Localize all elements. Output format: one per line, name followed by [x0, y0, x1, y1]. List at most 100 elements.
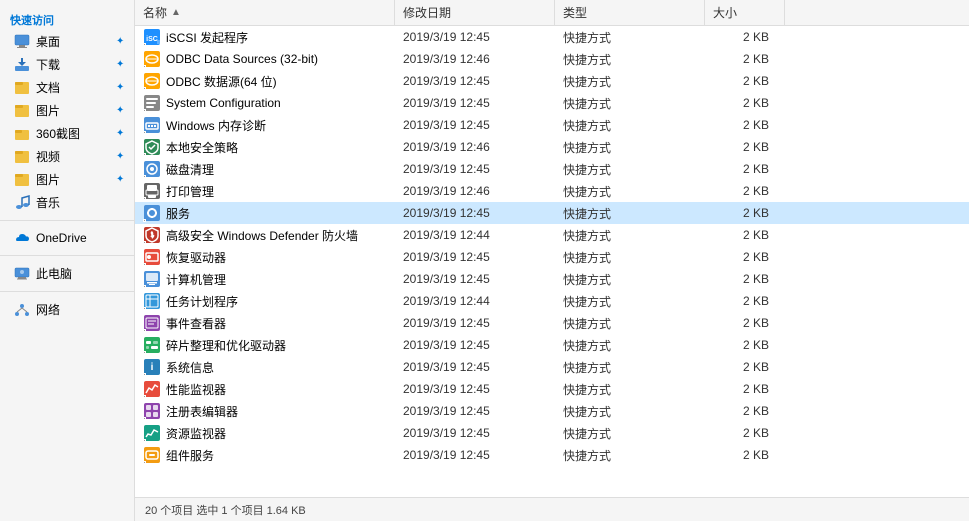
- col-header-name[interactable]: 名称 ▲: [135, 0, 395, 25]
- pictures-icon: [14, 103, 30, 119]
- table-row[interactable]: 性能监视器 2019/3/19 12:45 快捷方式 2 KB: [135, 378, 969, 400]
- sidebar-item-thispc[interactable]: 此电脑: [0, 262, 134, 285]
- sidebar-divider-3: [0, 291, 134, 292]
- table-row[interactable]: 服务 2019/3/19 12:45 快捷方式 2 KB: [135, 202, 969, 224]
- file-name-text: 打印管理: [166, 183, 214, 200]
- file-type: 快捷方式: [555, 359, 705, 376]
- sidebar-item-desktop[interactable]: 桌面 ✦: [0, 30, 134, 53]
- pin-icon-dl: ✦: [116, 59, 128, 71]
- file-type: 快捷方式: [555, 249, 705, 266]
- table-row[interactable]: 任务计划程序 2019/3/19 12:44 快捷方式 2 KB: [135, 290, 969, 312]
- file-name-cell: ODBC Data Sources (32-bit): [135, 50, 395, 68]
- table-row[interactable]: 事件查看器 2019/3/19 12:45 快捷方式 2 KB: [135, 312, 969, 334]
- file-icon: iSC: [143, 28, 161, 46]
- sidebar-item-documents[interactable]: 文档 ✦: [0, 76, 134, 99]
- file-date: 2019/3/19 12:45: [395, 272, 555, 286]
- file-name-cell: 组件服务: [135, 446, 395, 464]
- thispc-label: 此电脑: [36, 265, 128, 282]
- pictures-label: 图片: [36, 102, 116, 119]
- file-name-text: 资源监视器: [166, 425, 226, 442]
- file-name-text: Windows 内存诊断: [166, 117, 266, 134]
- table-row[interactable]: 注册表编辑器 2019/3/19 12:45 快捷方式 2 KB: [135, 400, 969, 422]
- file-name-cell: iSC iSCSI 发起程序: [135, 28, 395, 46]
- pin-icon-360: ✦: [116, 128, 128, 140]
- file-date: 2019/3/19 12:45: [395, 206, 555, 220]
- pin-icon-pic2: ✦: [116, 174, 128, 186]
- file-size: 2 KB: [705, 96, 785, 110]
- table-row[interactable]: i 系统信息 2019/3/19 12:45 快捷方式 2 KB: [135, 356, 969, 378]
- table-row[interactable]: 计算机管理 2019/3/19 12:45 快捷方式 2 KB: [135, 268, 969, 290]
- file-date: 2019/3/19 12:45: [395, 426, 555, 440]
- file-size: 2 KB: [705, 338, 785, 352]
- desktop-label: 桌面: [36, 33, 116, 50]
- sort-icon: ▲: [171, 7, 181, 18]
- file-name-cell: ODBC 数据源(64 位): [135, 72, 395, 90]
- file-date: 2019/3/19 12:46: [395, 140, 555, 154]
- file-date: 2019/3/19 12:45: [395, 74, 555, 88]
- pictures2-label: 图片: [36, 171, 116, 188]
- pin-icon-doc: ✦: [116, 82, 128, 94]
- sidebar-item-videos[interactable]: 视频 ✦: [0, 145, 134, 168]
- onedrive-label: OneDrive: [36, 231, 128, 245]
- file-icon: [143, 138, 161, 156]
- sidebar-item-360capture[interactable]: 360截图 ✦: [0, 122, 134, 145]
- file-name-cell: 打印管理: [135, 182, 395, 200]
- 360capture-icon: [14, 126, 30, 142]
- table-row[interactable]: 恢复驱动器 2019/3/19 12:45 快捷方式 2 KB: [135, 246, 969, 268]
- file-name-text: 本地安全策略: [166, 139, 238, 156]
- file-name-cell: 事件查看器: [135, 314, 395, 332]
- col-name-label: 名称: [143, 4, 167, 21]
- status-bar: 20 个项目 选中 1 个项目 1.64 KB: [135, 497, 969, 521]
- file-name-cell: 磁盘清理: [135, 160, 395, 178]
- table-row[interactable]: iSC iSCSI 发起程序 2019/3/19 12:45 快捷方式 2 KB: [135, 26, 969, 48]
- file-name-cell: 本地安全策略: [135, 138, 395, 156]
- sidebar-item-network[interactable]: 网络: [0, 298, 134, 321]
- file-size: 2 KB: [705, 162, 785, 176]
- main-content: 名称 ▲ 修改日期 类型 大小 iSC: [135, 0, 969, 521]
- table-row[interactable]: 本地安全策略 2019/3/19 12:46 快捷方式 2 KB: [135, 136, 969, 158]
- file-icon: [143, 446, 161, 464]
- col-type-label: 类型: [563, 4, 587, 21]
- file-icon: [143, 116, 161, 134]
- file-type: 快捷方式: [555, 381, 705, 398]
- table-row[interactable]: System Configuration 2019/3/19 12:45 快捷方…: [135, 92, 969, 114]
- svg-text:i: i: [151, 362, 154, 373]
- table-row[interactable]: 组件服务 2019/3/19 12:45 快捷方式 2 KB: [135, 444, 969, 466]
- file-icon: [143, 380, 161, 398]
- pin-icon-vid: ✦: [116, 151, 128, 163]
- file-date: 2019/3/19 12:45: [395, 338, 555, 352]
- file-type: 快捷方式: [555, 117, 705, 134]
- file-name-cell: Windows 内存诊断: [135, 116, 395, 134]
- col-header-size[interactable]: 大小: [705, 0, 785, 25]
- file-icon: [143, 314, 161, 332]
- file-list: iSC iSCSI 发起程序 2019/3/19 12:45 快捷方式 2 KB: [135, 26, 969, 497]
- file-name-text: 系统信息: [166, 359, 214, 376]
- file-icon: [143, 336, 161, 354]
- file-type: 快捷方式: [555, 271, 705, 288]
- file-date: 2019/3/19 12:46: [395, 52, 555, 66]
- file-icon: [143, 270, 161, 288]
- table-row[interactable]: 资源监视器 2019/3/19 12:45 快捷方式 2 KB: [135, 422, 969, 444]
- sidebar-item-pictures[interactable]: 图片 ✦: [0, 99, 134, 122]
- table-row[interactable]: Windows 内存诊断 2019/3/19 12:45 快捷方式 2 KB: [135, 114, 969, 136]
- file-name-cell: i 系统信息: [135, 358, 395, 376]
- sidebar-item-pictures2[interactable]: 图片 ✦: [0, 168, 134, 191]
- table-row[interactable]: ODBC 数据源(64 位) 2019/3/19 12:45 快捷方式 2 KB: [135, 70, 969, 92]
- file-size: 2 KB: [705, 184, 785, 198]
- file-name-text: ODBC 数据源(64 位): [166, 73, 277, 90]
- quick-access-header[interactable]: 快速访问: [0, 8, 134, 30]
- table-row[interactable]: 打印管理 2019/3/19 12:46 快捷方式 2 KB: [135, 180, 969, 202]
- file-icon: [143, 72, 161, 90]
- col-header-type[interactable]: 类型: [555, 0, 705, 25]
- table-row[interactable]: 高级安全 Windows Defender 防火墙 2019/3/19 12:4…: [135, 224, 969, 246]
- table-row[interactable]: 磁盘清理 2019/3/19 12:45 快捷方式 2 KB: [135, 158, 969, 180]
- col-header-date[interactable]: 修改日期: [395, 0, 555, 25]
- table-row[interactable]: 碎片整理和优化驱动器 2019/3/19 12:45 快捷方式 2 KB: [135, 334, 969, 356]
- column-headers: 名称 ▲ 修改日期 类型 大小: [135, 0, 969, 26]
- sidebar-item-downloads[interactable]: 下载 ✦: [0, 53, 134, 76]
- sidebar-item-onedrive[interactable]: OneDrive: [0, 227, 134, 249]
- file-type: 快捷方式: [555, 51, 705, 68]
- sidebar-item-music[interactable]: 音乐: [0, 191, 134, 214]
- table-row[interactable]: ODBC Data Sources (32-bit) 2019/3/19 12:…: [135, 48, 969, 70]
- file-name-text: 计算机管理: [166, 271, 226, 288]
